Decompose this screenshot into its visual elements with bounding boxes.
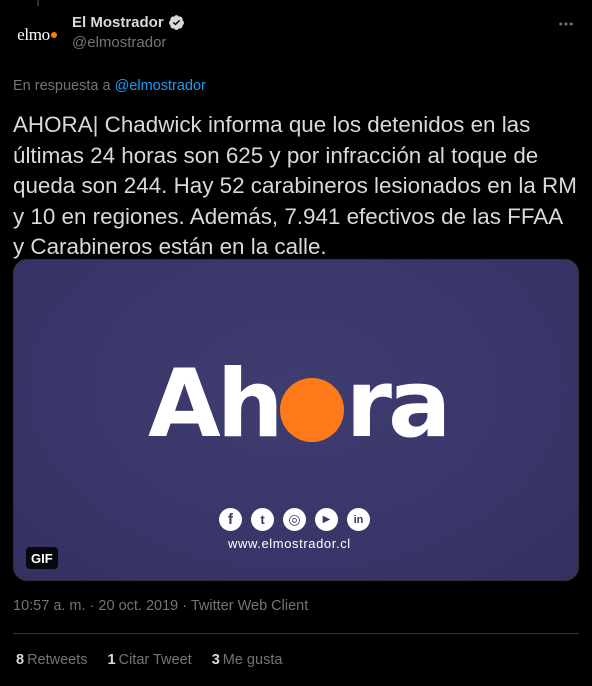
ahora-text-start: Ah: [148, 350, 284, 459]
likes-stat[interactable]: 3 Me gusta: [212, 652, 283, 668]
instagram-icon: ◎: [283, 508, 306, 531]
display-name-row: El Mostrador: [72, 14, 185, 31]
twitter-icon: t: [251, 508, 274, 531]
tweet-header: elmo El Mostrador @elmostrador: [0, 0, 592, 72]
linkedin-icon: in: [347, 508, 370, 531]
quotes-count: 1: [107, 652, 116, 668]
reply-handle-link[interactable]: @elmostrador: [115, 78, 206, 94]
tweet-media-gif[interactable]: Ah ra f t ◎ ▶ in www.elmostrador.cl GIF: [13, 259, 579, 581]
retweets-count: 8: [16, 652, 25, 668]
reply-context: En respuesta a @elmostrador: [13, 78, 206, 94]
likes-label: Me gusta: [222, 652, 283, 668]
ellipsis-icon: [559, 22, 573, 26]
avatar-logo-dot: [50, 31, 57, 38]
divider-top: [13, 633, 579, 634]
social-icons: f t ◎ ▶ in: [219, 508, 370, 531]
media-ahora-logo: Ah ra: [148, 350, 452, 459]
author-handle[interactable]: @elmostrador: [72, 34, 185, 51]
retweets-stat[interactable]: 8 Retweets: [16, 652, 88, 668]
quotes-stat[interactable]: 1 Citar Tweet: [108, 652, 192, 668]
gif-badge: GIF: [26, 547, 58, 569]
more-options-icon[interactable]: [556, 14, 576, 34]
author-info: El Mostrador @elmostrador: [72, 14, 185, 51]
likes-count: 3: [211, 652, 220, 668]
quotes-label: Citar Tweet: [118, 652, 192, 668]
tweet-text: AHORA| Chadwick informa que los detenido…: [13, 112, 577, 259]
ahora-orange-circle: [279, 378, 344, 442]
avatar[interactable]: elmo: [12, 10, 62, 60]
retweets-label: Retweets: [27, 652, 88, 668]
tweet-timestamp-source[interactable]: 10:57 a. m. · 20 oct. 2019 · Twitter Web…: [13, 598, 308, 614]
website-url: www.elmostrador.cl: [228, 536, 351, 551]
verified-badge-icon: [168, 15, 184, 30]
youtube-icon: ▶: [315, 508, 338, 531]
facebook-icon: f: [219, 508, 242, 531]
engagement-stats: 8 Retweets 1 Citar Tweet 3 Me gusta: [16, 652, 302, 668]
reply-prefix: En respuesta a: [13, 78, 111, 94]
ahora-text-end: ra: [345, 350, 452, 459]
avatar-logo-text: elmo: [17, 25, 50, 44]
display-name[interactable]: El Mostrador: [72, 14, 164, 31]
